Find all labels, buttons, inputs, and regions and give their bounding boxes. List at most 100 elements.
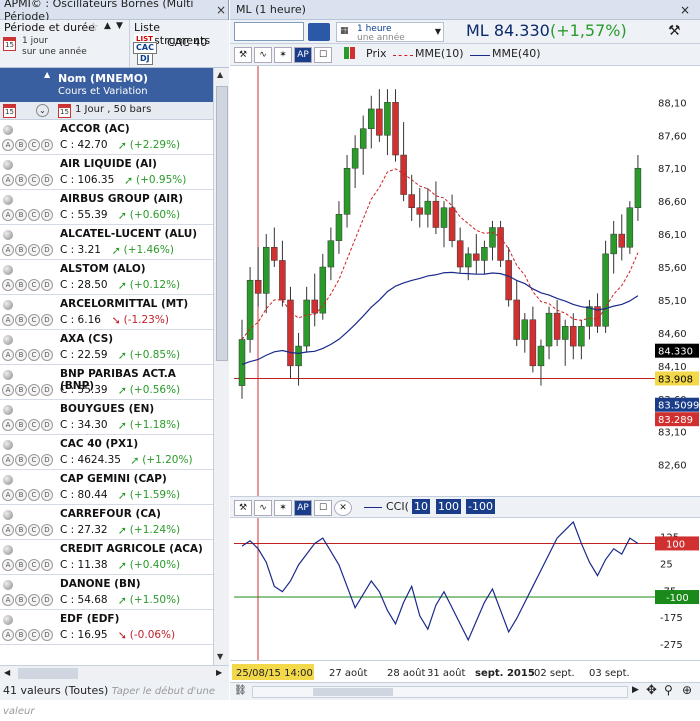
close-icon[interactable]: × xyxy=(680,0,690,20)
ticker-input[interactable] xyxy=(234,22,304,41)
indicator-b-icon[interactable]: B xyxy=(15,209,27,221)
indicator-a-icon[interactable]: A xyxy=(2,314,14,326)
indicator-b-icon[interactable]: B xyxy=(15,139,27,151)
indicator-a-icon[interactable]: A xyxy=(2,209,14,221)
column-name-header[interactable]: Nom (MNEMO) xyxy=(58,72,148,85)
list-item[interactable]: A B C D CARREFOUR (CA) C : 27.32 ➚ (+1.24%) xyxy=(0,505,213,540)
list-hscrollbar[interactable]: ◀ ▶ xyxy=(0,665,229,681)
indicator-d-icon[interactable]: D xyxy=(41,489,53,501)
indicator-b-icon[interactable]: B xyxy=(15,594,27,606)
indicator-d-icon[interactable]: D xyxy=(41,559,53,571)
indicator-c-icon[interactable]: C xyxy=(28,209,40,221)
scroll-right-icon[interactable]: ▶ xyxy=(216,668,222,677)
indicator-d-icon[interactable]: D xyxy=(41,139,53,151)
indicator-c-icon[interactable]: C xyxy=(28,279,40,291)
ap-icon[interactable]: AP xyxy=(294,500,312,516)
list-item[interactable]: A B C D ARCELORMITTAL (MT) C : 6.16 ➘ (-1.23%) xyxy=(0,295,213,330)
list-column-header[interactable]: ▲ Nom (MNEMO) Cours et Variation xyxy=(0,68,213,102)
indicator-c-icon[interactable]: C xyxy=(28,629,40,641)
list-item[interactable]: A B C D CAP GEMINI (CAP) C : 80.44 ➚ (+1.59%) xyxy=(0,470,213,505)
indicator-d-icon[interactable]: D xyxy=(41,594,53,606)
list-item[interactable]: A B C D ALCATEL-LUCENT (ALU) C : 3.21 ➚ (+1.46%… xyxy=(0,225,213,260)
scroll-left-icon[interactable]: ◀ xyxy=(4,668,10,677)
indicator-a-icon[interactable]: A xyxy=(2,524,14,536)
indicator-a-icon[interactable]: A xyxy=(2,279,14,291)
tools-icon[interactable]: ⚒ xyxy=(234,500,252,516)
book-icon[interactable] xyxy=(308,23,330,41)
indicator-d-icon[interactable]: D xyxy=(41,629,53,641)
ap-icon[interactable]: AP xyxy=(294,47,312,63)
zoom-icon[interactable]: ⚲ xyxy=(664,683,673,697)
indicator-c-icon[interactable]: C xyxy=(28,489,40,501)
list-item[interactable]: A B C D BNP PARIBAS ACT.A (BNP) C : 55.39 ➚ (+0… xyxy=(0,365,213,400)
indicator-d-icon[interactable]: D xyxy=(41,384,53,396)
list-item[interactable]: A B C D CREDIT AGRICOLE (ACA) C : 11.38 ➚ (+0.4… xyxy=(0,540,213,575)
indicator-b-icon[interactable]: B xyxy=(15,349,27,361)
indicator-d-icon[interactable]: D xyxy=(41,174,53,186)
indicator-a-icon[interactable]: A xyxy=(2,244,14,256)
list-item[interactable]: A B C D CAC 40 (PX1) C : 4624.35 ➚ (+1.20%) xyxy=(0,435,213,470)
indicator-d-icon[interactable]: D xyxy=(41,244,53,256)
period-down-icon[interactable]: ▼ xyxy=(116,21,123,31)
indicator-d-icon[interactable]: D xyxy=(41,209,53,221)
indicator-a-icon[interactable]: A xyxy=(2,174,14,186)
indicator-b-icon[interactable]: B xyxy=(15,524,27,536)
indicator-b-icon[interactable]: B xyxy=(15,174,27,186)
indicator-d-icon[interactable]: D xyxy=(41,454,53,466)
indicator-b-icon[interactable]: B xyxy=(15,629,27,641)
indicator-b-icon[interactable]: B xyxy=(15,489,27,501)
scroll-up-icon[interactable]: ▲ xyxy=(217,70,223,79)
hscroll-thumb[interactable] xyxy=(18,668,78,679)
window-icon[interactable]: ☐ xyxy=(314,500,332,516)
indicator-b-icon[interactable]: B xyxy=(15,279,27,291)
list-item[interactable]: A B C D ALSTOM (ALO) C : 28.50 ➚ (+0.12%) xyxy=(0,260,213,295)
indicator-a-icon[interactable]: A xyxy=(2,419,14,431)
chart-hscrollbar[interactable] xyxy=(252,686,628,698)
indicator-a-icon[interactable]: A xyxy=(2,594,14,606)
calendar-icon[interactable]: 15 xyxy=(58,104,71,118)
indicator-a-icon[interactable]: A xyxy=(2,489,14,501)
tools-icon[interactable]: ⚒ xyxy=(234,47,252,63)
scroll-thumb[interactable] xyxy=(216,86,228,361)
indicator-c-icon[interactable]: C xyxy=(28,244,40,256)
list-item[interactable]: A B C D AXA (CS) C : 22.59 ➚ (+0.85%) xyxy=(0,330,213,365)
indicator-c-icon[interactable]: C xyxy=(28,524,40,536)
price-chart[interactable]: 88,10 87,60 87,10 86,60 86,10 85,60 85,10 84,60… xyxy=(230,66,700,496)
indicator-a-icon[interactable]: A xyxy=(2,454,14,466)
cci-param-period[interactable]: 10 xyxy=(412,499,430,514)
indicator-d-icon[interactable]: D xyxy=(41,419,53,431)
indicator-c-icon[interactable]: C xyxy=(28,174,40,186)
list-item[interactable]: A B C D ACCOR (AC) C : 42.70 ➚ (+2.29%) xyxy=(0,120,213,155)
indicator-c-icon[interactable]: C xyxy=(28,454,40,466)
cci-param-low[interactable]: -100 xyxy=(466,499,495,514)
indicator-b-icon[interactable]: B xyxy=(15,454,27,466)
star-tool-icon[interactable]: ✶ xyxy=(274,47,292,63)
cci-param-high[interactable]: 100 xyxy=(436,499,461,514)
indicator-b-icon[interactable]: B xyxy=(15,419,27,431)
list-item[interactable]: A B C D AIRBUS GROUP (AIR) C : 55.39 ➚ (+0.60%) xyxy=(0,190,213,225)
indicator-c-icon[interactable]: C xyxy=(28,419,40,431)
star-tool-icon[interactable]: ✶ xyxy=(274,500,292,516)
zoom-in-icon[interactable]: ⊕ xyxy=(682,683,692,697)
indicator-d-icon[interactable]: D xyxy=(41,524,53,536)
link-icon[interactable]: ⛓ xyxy=(234,685,247,696)
instrument-list-name[interactable]: CAC 40 xyxy=(167,36,207,49)
close-circle-icon[interactable]: ✕ xyxy=(334,500,352,516)
indicator-b-icon[interactable]: B xyxy=(15,244,27,256)
list-item[interactable]: A B C D EDF (EDF) C : 16.95 ➘ (-0.06%) xyxy=(0,610,213,645)
chevron-down-icon[interactable]: ⌄ xyxy=(36,104,49,117)
indicator-c-icon[interactable]: C xyxy=(28,384,40,396)
calendar-icon[interactable]: 15 xyxy=(3,37,16,51)
settings-hammer-icon[interactable]: ⚒ xyxy=(668,23,681,39)
column-quote-header[interactable]: Cours et Variation xyxy=(58,86,148,97)
chart-period-select[interactable]: ▦ 1 heure une année ▼ xyxy=(336,22,444,43)
list-item[interactable]: A B C D BOUYGUES (EN) C : 34.30 ➚ (+1.18%) xyxy=(0,400,213,435)
indicator-a-icon[interactable]: A xyxy=(2,559,14,571)
indicator-b-icon[interactable]: B xyxy=(15,559,27,571)
indicator-b-icon[interactable]: B xyxy=(15,384,27,396)
indicator-b-icon[interactable]: B xyxy=(15,314,27,326)
line-tool-icon[interactable]: ∿ xyxy=(254,500,272,516)
close-icon[interactable]: × xyxy=(216,3,226,17)
move-icon[interactable]: ✥ xyxy=(646,683,657,698)
dj-badge[interactable]: DJ xyxy=(137,53,153,65)
